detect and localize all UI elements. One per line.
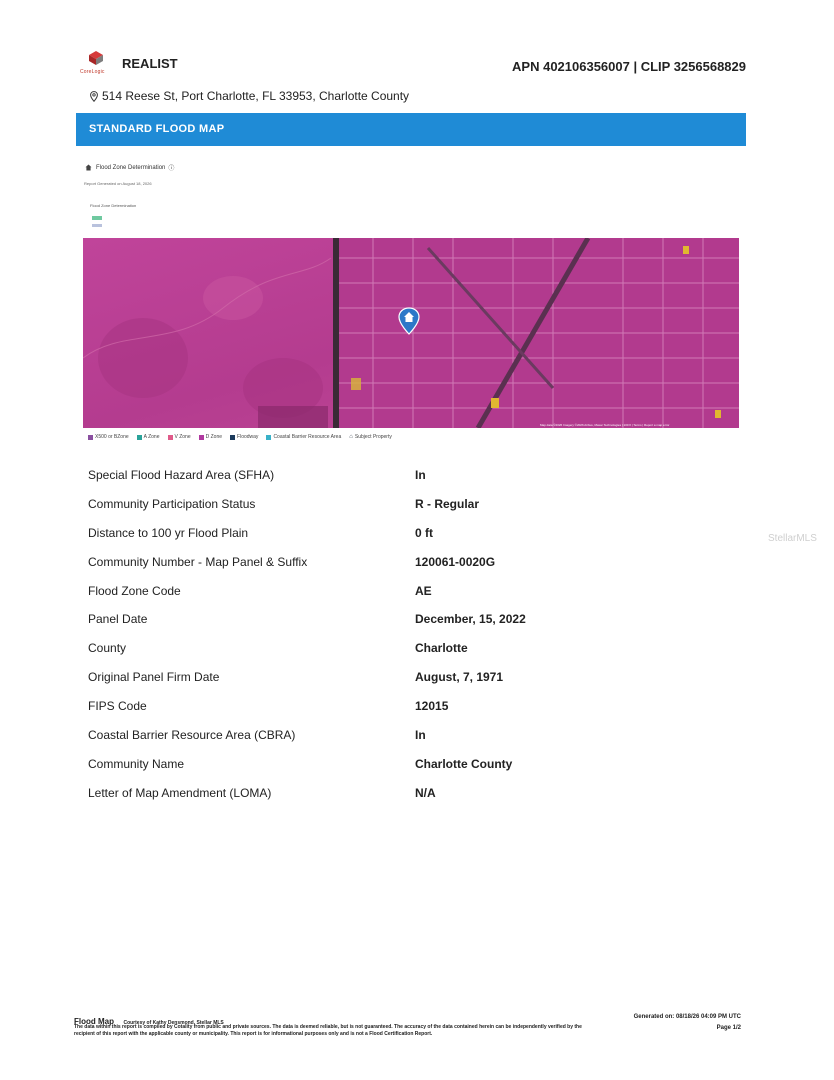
flood-map-image [83, 238, 739, 428]
house-icon: ⌂ [349, 434, 353, 440]
legend-item: Coastal Barrier Resource Area [266, 434, 341, 440]
row-label: Flood Zone Code [88, 583, 181, 598]
table-row: Distance to 100 yr Flood Plain 0 ft [76, 518, 746, 547]
row-value: 120061-0020G [415, 554, 496, 569]
legend-item: Floodway [230, 434, 258, 440]
legend-swatch [88, 434, 93, 440]
legend-label: Floodway [237, 434, 259, 440]
table-row: Special Flood Hazard Area (SFHA) In [76, 460, 746, 489]
property-address: 514 Reese St, Port Charlotte, FL 33953, … [90, 89, 409, 103]
section-title: STANDARD FLOOD MAP [89, 123, 225, 135]
map-legend: X500 or BZone A Zone V Zone D Zone Flood… [88, 434, 392, 440]
row-label: Community Participation Status [88, 496, 256, 511]
table-row: Community Number - Map Panel & Suffix 120… [76, 547, 746, 576]
mini-legend-swatch [92, 216, 102, 220]
row-value: N/A [415, 785, 436, 800]
legend-swatch [230, 434, 236, 440]
legend-item: D Zone [198, 434, 223, 440]
row-label: Distance to 100 yr Flood Plain [88, 525, 249, 540]
flood-zone-determination-header: Flood Zone Determination ⓘ [85, 163, 174, 172]
row-label: FIPS Code [88, 699, 147, 714]
mls-watermark: StellarMLS [768, 533, 817, 544]
footer-generated: Generated on: 08/18/26 04:09 PM UTC [633, 1014, 741, 1020]
legend-swatch [198, 434, 204, 440]
location-pin-icon [90, 90, 98, 102]
table-row: Community Participation Status R - Regula… [76, 489, 746, 518]
table-row: Panel Date December, 15, 2022 [76, 604, 746, 633]
row-value: December, 15, 2022 [415, 612, 526, 627]
table-row: County Charlotte [76, 633, 746, 662]
flood-data-table: Special Flood Hazard Area (SFHA) In Commu… [76, 460, 746, 807]
mini-legend-title: Flood Zone Determination [90, 203, 137, 208]
row-label: Panel Date [88, 612, 148, 627]
footer-right: Generated on: 08/18/26 04:09 PM UTC Page… [634, 1012, 741, 1034]
corelogic-logo: CoreLogic [80, 50, 110, 80]
footer-page-number: Page 1/2 [716, 1025, 741, 1031]
info-icon: ⓘ [168, 166, 175, 172]
row-value: In [415, 728, 426, 743]
row-value: 0 ft [415, 525, 433, 540]
legend-swatch [167, 434, 173, 440]
mini-legend-swatch [92, 224, 102, 227]
table-row: Coastal Barrier Resource Area (CBRA) In [76, 720, 746, 749]
legend-item: V Zone [167, 434, 191, 440]
legend-item: X500 or BZone [88, 434, 129, 440]
row-value: AE [415, 583, 432, 598]
legend-swatch [266, 434, 272, 440]
row-label: Community Number - Map Panel & Suffix [88, 554, 308, 569]
map-highway [333, 238, 339, 428]
legend-label: Coastal Barrier Resource Area [273, 434, 342, 440]
row-label: Coastal Barrier Resource Area (CBRA) [88, 728, 296, 743]
table-row: Original Panel Firm Date August, 7, 1971 [76, 662, 746, 691]
apn-clip: APN 402106356007 | CLIP 3256568829 [512, 59, 746, 74]
legend-swatch [136, 434, 142, 440]
brand-name: REALIST [122, 56, 178, 71]
row-value: R - Regular [415, 496, 480, 511]
row-label: Original Panel Firm Date [88, 670, 220, 685]
legend-label: V Zone [174, 434, 191, 440]
legend-item: ⌂ Subject Property [349, 434, 392, 440]
address-text: 514 Reese St, Port Charlotte, FL 33953, … [102, 89, 410, 103]
house-icon [85, 164, 92, 171]
row-label: Special Flood Hazard Area (SFHA) [88, 468, 275, 482]
row-value: Charlotte [415, 641, 468, 656]
legend-label: X500 or BZone [95, 434, 129, 440]
row-label: Community Name [88, 756, 185, 771]
row-value: August, 7, 1971 [415, 670, 504, 685]
legend-item: A Zone [136, 434, 160, 440]
row-label: County [88, 641, 127, 656]
report-generated-line: Report Generated on August 18, 2026 [84, 181, 152, 186]
corelogic-logo-icon [89, 51, 103, 65]
table-row: FIPS Code 12015 [76, 691, 746, 720]
legend-label: A Zone [143, 434, 160, 440]
row-value: In [415, 468, 426, 482]
table-row: Community Name Charlotte County [76, 749, 746, 778]
table-row: Flood Zone Code AE [76, 576, 746, 605]
footer-disclaimer: The data within this report is compiled … [74, 1024, 582, 1037]
determination-title: Flood Zone Determination [96, 164, 166, 171]
legend-label: Subject Property [354, 434, 392, 440]
map-attribution: Map data ©2026 Imagery ©2026 Airbus, Max… [540, 423, 670, 427]
logo-text: CoreLogic [80, 69, 105, 75]
section-banner: STANDARD FLOOD MAP [76, 113, 746, 146]
row-value: 12015 [415, 699, 449, 714]
row-value: Charlotte County [415, 756, 513, 771]
legend-label: D Zone [205, 434, 223, 440]
report-header: CoreLogic REALIST APN 402106356007 | CLI… [80, 48, 746, 88]
row-label: Letter of Map Amendment (LOMA) [88, 785, 272, 800]
table-row: Letter of Map Amendment (LOMA) N/A [76, 778, 746, 807]
